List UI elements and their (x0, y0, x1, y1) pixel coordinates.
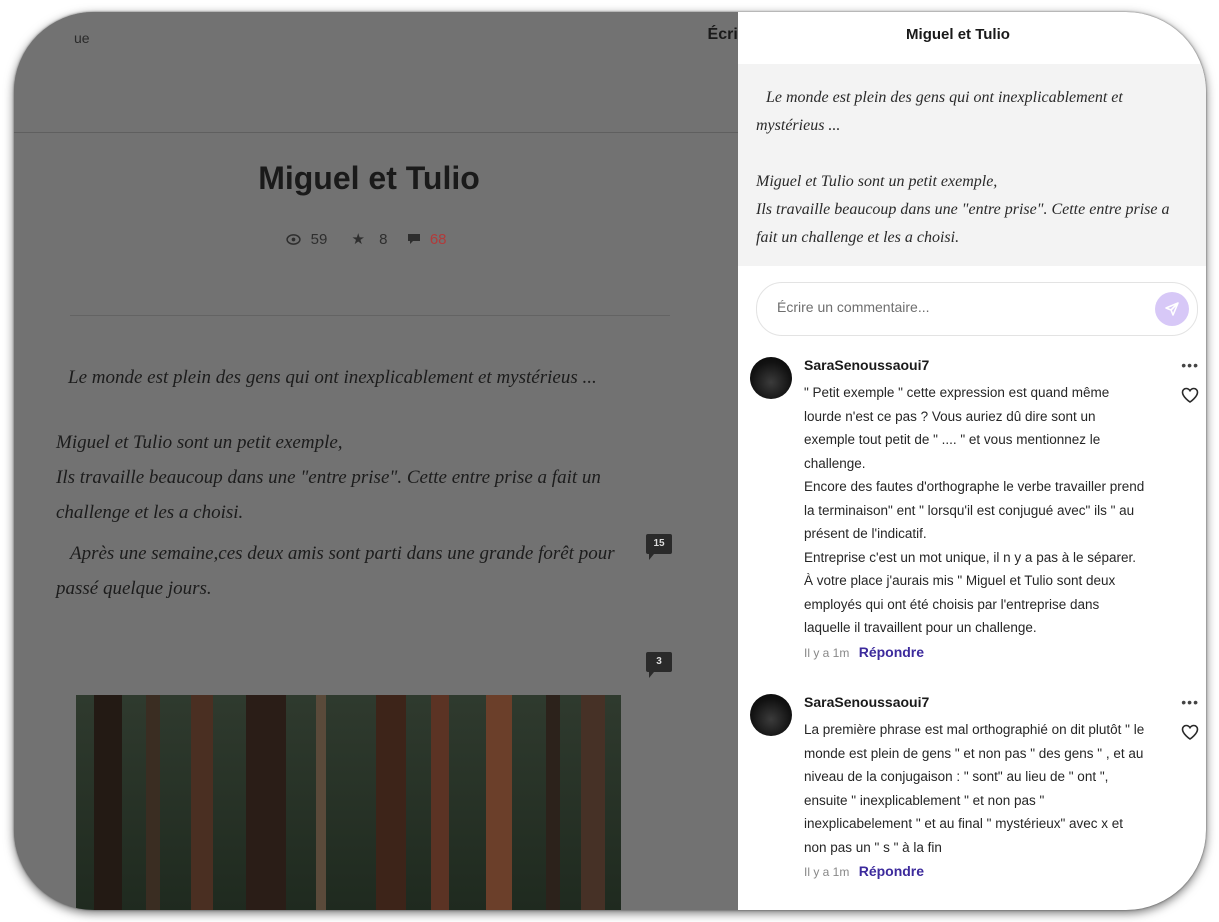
story-stats: 59 ★ 8 68 (14, 230, 724, 248)
more-options-icon[interactable]: ••• (1181, 357, 1199, 373)
avatar[interactable] (750, 357, 792, 399)
comment-input[interactable] (775, 298, 1139, 316)
comments-drawer: Miguel et Tulio Le monde est plein des g… (738, 12, 1206, 910)
excerpt-line: Miguel et Tulio sont un petit exemple, (756, 173, 998, 190)
story-image (76, 695, 621, 910)
comment-input-box (756, 282, 1198, 336)
excerpt-line: Le monde est plein des gens qui ont inex… (756, 89, 1123, 134)
comment-username[interactable]: SaraSenoussaoui7 (804, 694, 1149, 718)
send-icon (1165, 302, 1179, 316)
paragraph[interactable]: Le monde est plein des gens qui ont inex… (56, 360, 636, 395)
app-window: ue Écrir Miguel et Tulio 59 ★ 8 68 Le mo… (14, 12, 1206, 910)
nav-left-text[interactable]: ue (74, 30, 90, 46)
inline-comment-button[interactable]: 3 (646, 652, 672, 678)
heart-icon[interactable] (1181, 387, 1199, 403)
inline-comment-button[interactable]: 15 (646, 534, 672, 560)
paragraph[interactable]: Miguel et Tulio sont un petit exemple, (56, 425, 636, 460)
top-nav: ue Écrir (14, 12, 744, 133)
drawer-title: Miguel et Tulio (906, 26, 1010, 43)
excerpt-line: Ils travaille beaucoup dans une "entre p… (756, 201, 1170, 246)
stars-count: 8 (379, 231, 388, 248)
quoted-excerpt: Le monde est plein des gens qui ont inex… (738, 64, 1206, 266)
paragraph[interactable]: Ils travaille beaucoup dans une "entre p… (56, 460, 636, 530)
comment-time: Il y a 1m (804, 865, 850, 879)
comment-icon (407, 234, 420, 244)
comment-username[interactable]: SaraSenoussaoui7 (804, 357, 1149, 381)
views-count: 59 (310, 231, 328, 248)
star-icon: ★ (351, 231, 365, 248)
heart-icon[interactable] (1181, 724, 1199, 740)
story-page: ue Écrir Miguel et Tulio 59 ★ 8 68 Le mo… (14, 12, 744, 910)
comment-meta: Il y a 1m Répondre (804, 863, 1149, 879)
eye-icon (286, 234, 302, 245)
comment-meta: Il y a 1m Répondre (804, 644, 1149, 660)
avatar[interactable] (750, 694, 792, 736)
divider (70, 315, 670, 316)
comment-text: La première phrase est mal orthographié … (804, 722, 1145, 855)
comments-count: 68 (429, 231, 447, 248)
send-button[interactable] (1155, 292, 1189, 326)
views-stat: 59 (286, 231, 336, 248)
comment-time: Il y a 1m (804, 645, 850, 660)
comments-stat[interactable]: 68 (407, 231, 452, 248)
story-title: Miguel et Tulio (258, 160, 480, 196)
reply-button[interactable]: Répondre (859, 644, 924, 660)
more-options-icon[interactable]: ••• (1181, 694, 1199, 710)
paragraph[interactable]: Après une semaine,ces deux amis sont par… (56, 536, 636, 606)
stars-stat: ★ 8 (347, 231, 397, 248)
comment-text: " Petit exemple " cette expression est q… (804, 385, 1145, 635)
story-body: Le monde est plein des gens qui ont inex… (56, 360, 636, 606)
reply-button[interactable]: Répondre (859, 863, 924, 879)
